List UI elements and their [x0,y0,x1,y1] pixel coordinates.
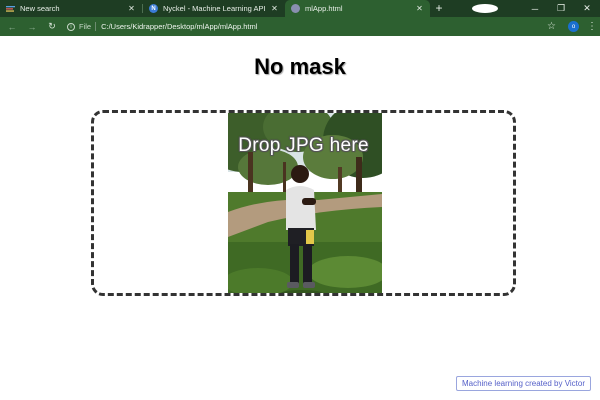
tab-title: New search [20,4,60,13]
nyckel-icon: N [149,4,158,13]
browser-toolbar: ← → ↻ i File C:/Users/Kidrapper/Desktop/… [0,17,600,36]
page-content: No mask Drop JPG here Machine learning c… [0,36,600,400]
restore-icon[interactable]: ❐ [548,3,574,14]
new-tab-button[interactable]: + [430,0,448,17]
close-icon[interactable]: ✕ [415,4,424,13]
tab-nyckel[interactable]: N Nyckel - Machine Learning API ✕ [143,0,285,17]
forward-arrow-icon[interactable]: → [25,22,39,32]
close-icon[interactable]: ✕ [270,4,279,13]
credit-badge[interactable]: Machine learning created by Victor [455,376,591,391]
profile-avatar[interactable]: o [568,21,579,32]
tab-title: mlApp.html [305,4,343,13]
address-bar[interactable]: i File C:/Users/Kidrapper/Desktop/mlApp/… [67,20,547,33]
dropzone-label: Drop JPG here [238,135,369,156]
info-icon[interactable]: i [67,22,75,31]
reload-icon[interactable]: ↻ [45,21,59,32]
tab-mlapp[interactable]: mlApp.html ✕ [285,0,430,17]
browser-tab-strip: New search ✕ N Nyckel - Machine Learning… [0,0,600,17]
bookmark-star-icon[interactable]: ☆ [547,21,556,32]
url-text[interactable]: C:/Users/Kidrapper/Desktop/mlApp/mlApp.h… [101,22,257,31]
image-dropzone[interactable]: Drop JPG here [91,110,516,296]
kebab-menu-icon[interactable]: ⋮ [587,21,597,32]
globe-icon [291,4,300,13]
tab-search-icon[interactable] [472,4,498,13]
tab-title: Nyckel - Machine Learning API [163,4,266,13]
window-controls: ─ ❐ ✕ [472,0,600,17]
minimize-icon[interactable]: ─ [522,4,548,14]
close-icon[interactable]: ✕ [127,4,136,13]
page-title: No mask [254,54,346,79]
window-close-icon[interactable]: ✕ [574,3,600,14]
tab-new-search[interactable]: New search ✕ [0,0,142,17]
stripes-icon [6,4,15,13]
address-divider [95,22,97,31]
back-arrow-icon[interactable]: ← [5,22,19,32]
url-scheme-label: File [79,22,92,31]
